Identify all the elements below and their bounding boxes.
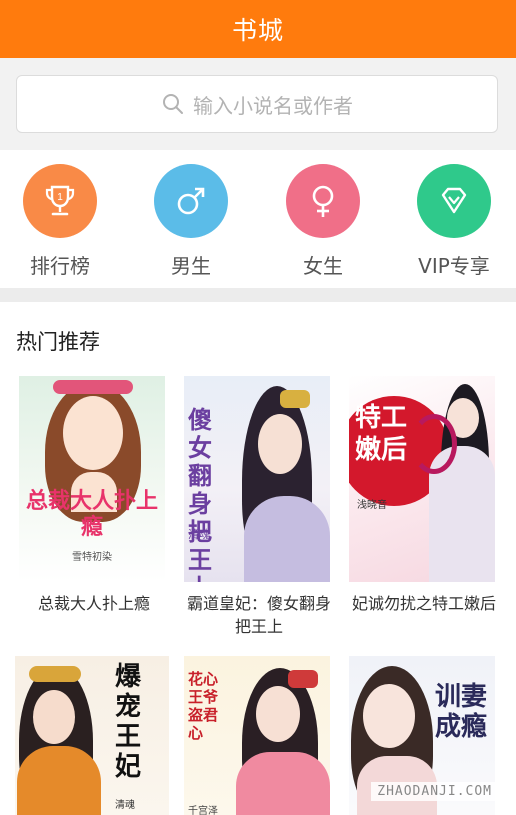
svg-text:1: 1 <box>57 192 63 203</box>
book-cover: 总裁大人扑上瘾 雪特初染 <box>19 376 165 582</box>
search-placeholder: 输入小说名或作者 <box>193 93 353 118</box>
trophy-icon: 1 <box>23 164 97 238</box>
diamond-icon <box>417 164 491 238</box>
cover-title: 训妻成瘾 <box>435 682 488 742</box>
page-title: 书城 <box>231 16 284 45</box>
book-card[interactable]: 总裁大人扑上瘾 雪特初染 总裁大人扑上瘾 <box>19 376 169 615</box>
category-label: 女生 <box>303 254 343 278</box>
category-vip[interactable]: VIP专享 <box>394 164 514 279</box>
watermark: ZHAODANJI.COM <box>371 782 498 801</box>
search-area: 输入小说名或作者 <box>0 58 516 150</box>
category-label: 排行榜 <box>30 254 90 278</box>
cover-author: 浅晓音 <box>357 500 387 511</box>
book-card[interactable]: 特工嫩后 浅晓音 妃诚勿扰之特工嫩后 <box>349 376 499 615</box>
cover-title: 花心王爷 盗君心 <box>188 670 219 742</box>
book-cover: 花心王爷 盗君心 千宫泽 <box>184 656 330 815</box>
book-card[interactable]: 傻女翻身把王上 清魂 霸道皇妃：傻女翻身把王上 <box>184 376 334 638</box>
category-label: VIP专享 <box>418 254 490 278</box>
section-title: 热门推荐 <box>16 330 100 354</box>
category-ranking[interactable]: 1 排行榜 <box>0 164 120 279</box>
book-title: 霸道皇妃：傻女翻身把王上 <box>186 594 331 636</box>
cover-title: 总裁大人扑上瘾 <box>25 488 158 540</box>
cover-author: 千宫泽 <box>188 806 218 815</box>
search-input[interactable]: 输入小说名或作者 <box>16 75 498 133</box>
cover-author: 清魂 <box>188 528 210 541</box>
book-cover: 爆宠王妃 清魂 <box>15 656 169 815</box>
male-icon <box>154 164 228 238</box>
cover-title: 特工嫩后 <box>355 403 408 465</box>
category-nav: 1 排行榜 男生 女生 VIP专享 <box>0 150 516 288</box>
cover-author: 雪特初染 <box>72 552 112 563</box>
cover-author: 清魂 <box>115 800 135 811</box>
book-cover: 特工嫩后 浅晓音 <box>349 376 495 582</box>
book-card[interactable]: 爆宠王妃 清魂 <box>15 656 169 815</box>
search-icon <box>163 94 183 114</box>
female-icon <box>286 164 360 238</box>
section-divider <box>0 288 516 302</box>
cover-title: 爆宠王妃 <box>115 662 142 782</box>
book-cover: 傻女翻身把王上 清魂 <box>184 376 330 582</box>
book-title: 总裁大人扑上瘾 <box>37 594 150 613</box>
book-card[interactable]: 花心王爷 盗君心 千宫泽 <box>184 656 334 815</box>
cover-title: 傻女翻身把王上 <box>188 405 212 583</box>
app-header: 书城 <box>0 0 516 58</box>
category-male[interactable]: 男生 <box>131 164 251 279</box>
category-label: 男生 <box>171 254 211 278</box>
book-title: 妃诚勿扰之特工嫩后 <box>351 594 496 613</box>
category-female[interactable]: 女生 <box>263 164 383 279</box>
